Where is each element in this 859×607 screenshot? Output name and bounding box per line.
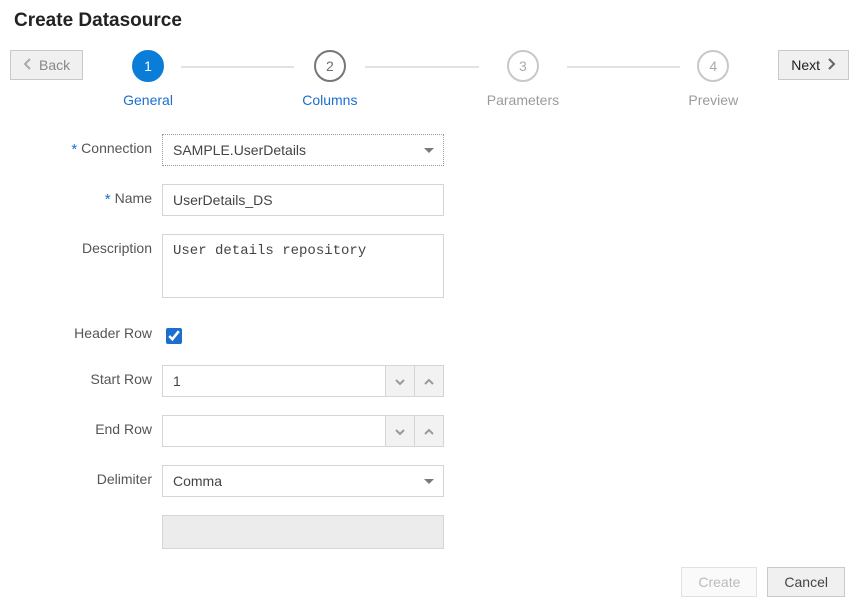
header-row-checkbox[interactable] (166, 328, 182, 344)
page-title: Create Datasource (14, 10, 849, 32)
connection-select[interactable]: SAMPLE.UserDetails (162, 134, 444, 166)
start-row-increment[interactable] (414, 365, 444, 397)
create-button[interactable]: Create (681, 567, 757, 597)
disabled-input-placeholder (162, 515, 444, 549)
delimiter-label: Delimiter (97, 471, 152, 487)
chevron-down-icon (395, 373, 405, 389)
caret-down-icon (423, 473, 435, 489)
start-row-decrement[interactable] (385, 365, 415, 397)
step-circle: 3 (507, 50, 539, 82)
chevron-down-icon (395, 423, 405, 439)
connection-value: SAMPLE.UserDetails (173, 142, 306, 158)
step-label: Preview (688, 92, 738, 108)
required-mark: * (105, 191, 111, 208)
description-input[interactable] (162, 234, 444, 298)
chevron-left-icon (23, 57, 33, 73)
next-button[interactable]: Next (778, 50, 849, 80)
required-mark: * (71, 141, 77, 158)
end-row-label: End Row (95, 421, 152, 437)
step-general[interactable]: 1 General (123, 50, 173, 108)
cancel-button[interactable]: Cancel (767, 567, 845, 597)
back-button[interactable]: Back (10, 50, 83, 80)
next-button-label: Next (791, 57, 820, 73)
description-label: Description (82, 240, 152, 256)
end-row-increment[interactable] (414, 415, 444, 447)
caret-down-icon (423, 142, 435, 158)
step-parameters[interactable]: 3 Parameters (487, 50, 559, 108)
end-row-input[interactable] (162, 415, 385, 447)
wizard-stepper: 1 General 2 Columns 3 Parameters 4 Previ… (123, 50, 738, 108)
delimiter-select[interactable]: Comma (162, 465, 444, 497)
step-circle: 2 (314, 50, 346, 82)
step-line (181, 66, 294, 68)
header-row-label: Header Row (74, 325, 152, 341)
step-line (567, 66, 680, 68)
chevron-up-icon (424, 373, 434, 389)
create-button-label: Create (698, 574, 740, 590)
back-button-label: Back (39, 57, 70, 73)
start-row-label: Start Row (91, 371, 152, 387)
cancel-button-label: Cancel (784, 574, 828, 590)
step-label: Columns (302, 92, 357, 108)
delimiter-value: Comma (173, 473, 222, 489)
step-columns[interactable]: 2 Columns (302, 50, 357, 108)
step-label: General (123, 92, 173, 108)
chevron-up-icon (424, 423, 434, 439)
step-line (365, 66, 478, 68)
connection-label: Connection (81, 140, 152, 156)
datasource-form: *Connection SAMPLE.UserDetails *Name Des… (50, 134, 490, 549)
step-preview[interactable]: 4 Preview (688, 50, 738, 108)
step-circle: 4 (697, 50, 729, 82)
end-row-decrement[interactable] (385, 415, 415, 447)
step-circle: 1 (132, 50, 164, 82)
name-input[interactable] (162, 184, 444, 216)
chevron-right-icon (826, 57, 836, 73)
name-label: Name (115, 190, 152, 206)
step-label: Parameters (487, 92, 559, 108)
start-row-input[interactable] (162, 365, 385, 397)
